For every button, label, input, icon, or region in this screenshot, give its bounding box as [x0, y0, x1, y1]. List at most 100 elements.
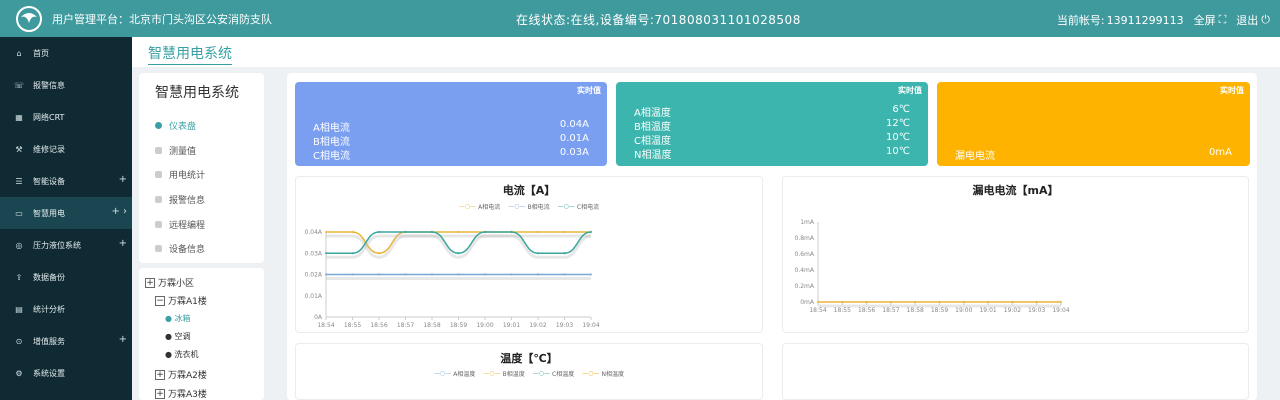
- tree-node-a2[interactable]: + 万霖A2楼: [155, 368, 207, 381]
- current-chart-plot: 0A 0.01A 0.02A 0.03A 0.04A 18:54 18:55 18:56 18:…: [305, 229, 600, 329]
- legend-item[interactable]: —○— C相温度: [533, 369, 574, 378]
- realtime-tag: 实时值: [1220, 86, 1244, 95]
- leakage-chart-plot: 0mA 0.2mA 0.4mA 0.6mA 0.8mA 1mA 18:54 18:55 18:5…: [795, 219, 1070, 314]
- sidebar-item-smart-power[interactable]: ▭ 智慧用电 + ›: [0, 197, 132, 229]
- legend-item[interactable]: —○— N相温度: [582, 369, 624, 378]
- tree-node-root[interactable]: + 万霖小区: [145, 276, 194, 289]
- leakage-chart: 漏电电流【mA】 0mA 0.2mA 0.4mA 0.6mA 0.8mA 1mA 18:54…: [782, 176, 1249, 333]
- data-point: [563, 273, 566, 276]
- expand-plus-icon[interactable]: +: [155, 369, 165, 380]
- x-tick-label: 18:58: [907, 307, 924, 314]
- sidebar-item-repair[interactable]: ⚒ 维修记录: [0, 133, 132, 165]
- left-menu: 智慧用电系统 仪表盘 测量值 用电统计 报警信息 远程编程 设备信息: [139, 73, 264, 263]
- sidebar-item-settings[interactable]: ⚙ 系统设置: [0, 357, 132, 389]
- data-point: [483, 273, 487, 276]
- expand-plus-icon[interactable]: +: [155, 388, 165, 399]
- data-point: [351, 252, 354, 255]
- wrench-icon: ⚒: [15, 144, 23, 154]
- leak-row: 漏电电流 0mA: [955, 147, 1232, 162]
- data-point: [404, 273, 407, 276]
- legend-label: A相温度: [453, 371, 476, 378]
- sidebar-item-devices[interactable]: ☰ 智能设备 +: [0, 165, 132, 197]
- data-point: [865, 300, 868, 304]
- x-tick-label: 19:02: [1004, 307, 1021, 314]
- tree-node-label: 万霖A2楼: [168, 371, 207, 381]
- row-label: 漏电电流: [955, 151, 995, 162]
- data-point: [510, 230, 513, 234]
- menu-item-alarm[interactable]: 报警信息: [155, 193, 205, 206]
- tree-leaf-ac[interactable]: ● 空调: [165, 331, 191, 342]
- y-tick-label: 0.2mA: [795, 283, 815, 290]
- menu-item-label: 测量值: [169, 147, 197, 157]
- data-point: [377, 230, 381, 234]
- temp-row-c: C相温度 10℃: [634, 132, 910, 147]
- legend-label: N相温度: [601, 371, 624, 378]
- expand-plus-icon: +: [118, 174, 127, 185]
- y-tick-label: 0.8mA: [795, 235, 815, 242]
- menu-item-label: 设备信息: [169, 245, 206, 255]
- x-tick-label: 19:01: [503, 322, 520, 329]
- alarm-icon: ☏: [13, 80, 24, 90]
- chart-title: 温度【℃】: [500, 352, 558, 365]
- tree-node-a3[interactable]: + 万霖A3楼: [155, 387, 207, 400]
- legend-item[interactable]: —○— A相温度: [434, 369, 475, 378]
- menu-item-device-info[interactable]: 设备信息: [155, 242, 205, 255]
- menu-item-dashboard[interactable]: 仪表盘: [155, 119, 196, 132]
- data-point: [841, 300, 844, 304]
- x-tick-label: 18:59: [931, 307, 948, 314]
- sidebar-item-label: 增值服务: [33, 336, 65, 346]
- tree-leaf-label: 冰箱: [174, 314, 191, 323]
- fullscreen-button[interactable]: 全屏 ⛶: [1194, 12, 1227, 28]
- tree-node-label: 万霖A3楼: [168, 390, 207, 400]
- x-tick-label: 18:54: [809, 307, 826, 314]
- x-tick-label: 18:59: [450, 322, 467, 329]
- tree-leaf-fridge[interactable]: ● 冰箱: [165, 313, 191, 324]
- tree-leaf-label: 空调: [174, 332, 191, 341]
- x-tick-label: 18:56: [858, 307, 875, 314]
- tree-leaf-label: 洗衣机: [174, 350, 199, 359]
- fullscreen-icon: ⛶: [1218, 13, 1227, 26]
- menu-item-label: 远程编程: [169, 221, 206, 231]
- row-label: A相电流: [313, 123, 350, 134]
- online-status: 在线状态:在线,设备编号:701808031101028508: [516, 13, 801, 27]
- data-point: [430, 273, 434, 276]
- menu-item-remote[interactable]: 远程编程: [155, 218, 205, 231]
- dot-icon: [155, 196, 162, 203]
- sidebar-item-pressure[interactable]: ◎ 压力液位系统 +: [0, 229, 132, 261]
- expand-plus-icon[interactable]: +: [145, 277, 155, 288]
- dot-icon: [155, 147, 162, 154]
- gauge-icon: ◎: [15, 240, 23, 250]
- sidebar-item-value-added[interactable]: ⊙ 增值服务 +: [0, 325, 132, 357]
- data-point: [589, 230, 593, 234]
- menu-item-measurement[interactable]: 测量值: [155, 144, 196, 157]
- data-point: [1011, 300, 1014, 304]
- x-tick-label: 19:00: [955, 307, 972, 314]
- y-tick-label: 0.02A: [305, 272, 323, 279]
- page-header: 智慧用电系统: [132, 37, 1280, 67]
- sidebar-item-label: 系统设置: [33, 368, 65, 378]
- tree-node-a1[interactable]: − 万霖A1楼: [155, 294, 207, 307]
- menu-item-statistics[interactable]: 用电统计: [155, 168, 205, 181]
- y-tick-label: 0.6mA: [795, 251, 815, 258]
- row-value: 6℃: [892, 104, 910, 115]
- legend-item[interactable]: —○— B相温度: [483, 369, 524, 378]
- sidebar-item-home[interactable]: ⌂ 首页: [0, 37, 132, 69]
- collapse-minus-icon[interactable]: −: [155, 295, 165, 306]
- sidebar-item-backup[interactable]: ⇪ 数据备份: [0, 261, 132, 293]
- selected-dot-icon: [155, 122, 162, 129]
- x-tick-label: 19:04: [582, 322, 599, 329]
- logout-button[interactable]: 退出 ⏻: [1236, 12, 1270, 28]
- x-tick-label: 18:56: [370, 322, 387, 329]
- sidebar-item-stats[interactable]: ▤ 统计分析: [0, 293, 132, 325]
- y-tick-label: 0A: [314, 314, 323, 321]
- sidebar-item-crt[interactable]: ▦ 网络CRT: [0, 101, 132, 133]
- sidebar-item-alarm[interactable]: ☏ 报警信息: [0, 69, 132, 101]
- row-value: 0mA: [1209, 147, 1232, 158]
- tree-node-label: 万霖A1楼: [168, 297, 207, 307]
- legend-label: B相温度: [502, 371, 525, 378]
- logo-icon: [12, 4, 46, 34]
- row-value: 0.03A: [559, 147, 589, 158]
- tree-leaf-washer[interactable]: ● 洗衣机: [165, 349, 199, 360]
- data-point: [914, 300, 917, 304]
- row-value: 10℃: [886, 146, 910, 157]
